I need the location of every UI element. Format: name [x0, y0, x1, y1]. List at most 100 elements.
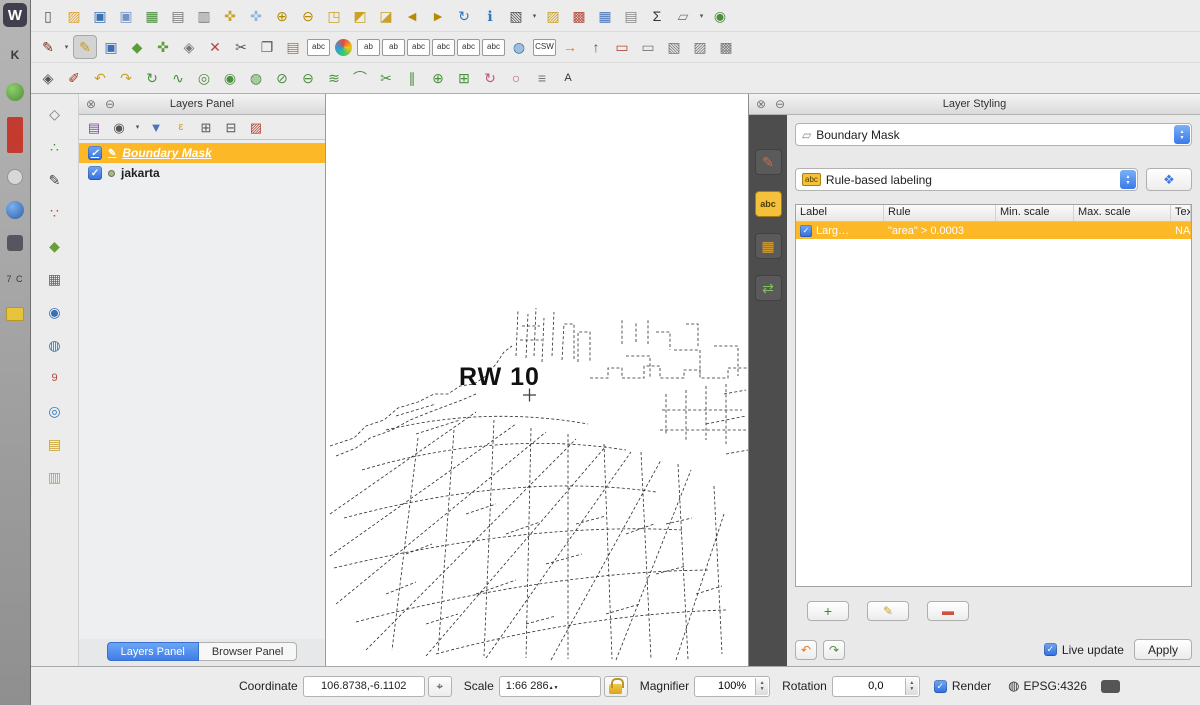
move-label-diagram-icon[interactable]: ▭	[610, 35, 634, 59]
close-styling-icon[interactable]: ⊗	[754, 97, 768, 111]
diagrams-tab-icon[interactable]: ▦	[755, 233, 782, 259]
manage-map-themes-icon[interactable]: ◉	[108, 117, 130, 137]
new-print-composer-icon[interactable]: ▤	[166, 4, 190, 28]
save-project-as-icon[interactable]: ▣	[114, 4, 138, 28]
rotate-label-diagram-icon[interactable]: ▭	[636, 35, 660, 59]
render-checkbox[interactable]	[934, 680, 947, 693]
zoom-next-icon[interactable]: ►	[426, 4, 450, 28]
labeling-mode-stepper[interactable]	[1120, 170, 1136, 189]
column-header-max-scale[interactable]: Max. scale	[1074, 205, 1171, 221]
offset-curve-icon[interactable]: ≋	[322, 66, 346, 90]
coordinate-input[interactable]	[303, 676, 425, 697]
map-tips-icon[interactable]: ◉	[708, 4, 732, 28]
pan-to-selection-icon[interactable]: ✜	[244, 4, 268, 28]
field-calculator-icon[interactable]: ▤	[619, 4, 643, 28]
redo-icon[interactable]: ↷	[114, 66, 138, 90]
vector-digitize-icon[interactable]: ◇	[43, 102, 67, 126]
layer-visibility-checkbox[interactable]	[88, 146, 102, 160]
remove-rule-button[interactable]: ▬	[927, 601, 969, 621]
auto-placement-settings-button[interactable]: ❖	[1146, 168, 1192, 191]
add-virtual-layer-icon[interactable]: 9	[43, 366, 67, 390]
open-styling-dock-icon[interactable]: ▤	[83, 117, 105, 137]
filter-by-expression-icon[interactable]: ε	[170, 117, 192, 137]
layer-item-jakarta[interactable]: jakarta	[79, 163, 325, 183]
save-layer-edits-icon[interactable]: ▣	[99, 35, 123, 59]
magnifier-stepper[interactable]	[755, 678, 768, 695]
highlight-pinned-labels-icon[interactable]: ab	[382, 39, 405, 56]
column-header-rule[interactable]: Rule	[884, 205, 996, 221]
pan-map-icon[interactable]: ✜	[218, 4, 242, 28]
layer-labeling-options-icon[interactable]: abc	[307, 39, 330, 56]
split-features-icon[interactable]: ✂	[374, 66, 398, 90]
identify-features-icon[interactable]: ℹ	[478, 4, 502, 28]
merge-attributes-icon[interactable]: ⊞	[452, 66, 476, 90]
show-hide-labels-icon[interactable]: abc	[407, 39, 430, 56]
symbology-tab-icon[interactable]: ✎	[755, 149, 782, 175]
unknown-yellow-icon[interactable]	[6, 307, 24, 321]
save-project-icon[interactable]: ▣	[88, 4, 112, 28]
zoom-to-selection-icon[interactable]: ◩	[348, 4, 372, 28]
add-ring-icon[interactable]: ◎	[192, 66, 216, 90]
move-feature-icon[interactable]: ✜	[151, 35, 175, 59]
styling-undo-button[interactable]: ↶	[795, 640, 817, 660]
move-label-a-icon[interactable]: A	[556, 66, 580, 90]
csw-button-icon[interactable]: CSW	[533, 39, 556, 56]
map-canvas[interactable]: RW 10	[326, 94, 749, 666]
close-panel-icon[interactable]: ⊗	[84, 97, 98, 111]
delete-ring-icon[interactable]: ⊘	[270, 66, 294, 90]
magnifier-spinbox[interactable]	[694, 676, 770, 697]
heatmap-points-icon[interactable]: ∵	[43, 201, 67, 225]
tab-layers-panel[interactable]: Layers Panel	[107, 642, 199, 661]
select-features-icon-dropdown[interactable]: ▾	[530, 12, 539, 20]
manage-map-themes-icon-dropdown[interactable]: ▾	[133, 123, 142, 131]
reshape-features-icon[interactable]: ⌒	[348, 66, 372, 90]
crs-button[interactable]: ◍ EPSG:4326	[1008, 678, 1087, 694]
column-header-min-scale[interactable]: Min. scale	[996, 205, 1074, 221]
select-features-icon[interactable]: ▧	[504, 4, 528, 28]
unknown-red-icon[interactable]	[7, 117, 23, 153]
undo-icon[interactable]: ↶	[88, 66, 112, 90]
layer-diagram-options-icon[interactable]	[335, 39, 352, 56]
scale-combo[interactable]: 1:66 286	[499, 676, 601, 697]
open-attribute-table-icon[interactable]: ▦	[593, 4, 617, 28]
column-header-label[interactable]: Label	[796, 205, 884, 221]
expand-all-icon[interactable]: ⊞	[195, 117, 217, 137]
word-window-icon[interactable]: W	[3, 3, 27, 27]
add-rule-button[interactable]: +	[807, 601, 849, 621]
add-postgis-layer-icon[interactable]: ◉	[43, 300, 67, 324]
layer-item-boundary-mask[interactable]: ✎Boundary Mask	[79, 143, 325, 163]
offset-point-icon[interactable]: ↑	[584, 35, 608, 59]
zoom-last-icon[interactable]: ◄	[400, 4, 424, 28]
current-edits-icon-dropdown[interactable]: ▾	[62, 43, 71, 51]
zoom-in-icon[interactable]: ⊕	[270, 4, 294, 28]
align-distribute-icon[interactable]: ≡	[530, 66, 554, 90]
layer-selector-stepper[interactable]	[1174, 125, 1190, 144]
rotation-spinbox[interactable]	[832, 676, 920, 697]
filter-legend-icon[interactable]: ▼	[145, 117, 167, 137]
measure-icon-dropdown[interactable]: ▾	[697, 12, 706, 20]
unknown-letter-icon[interactable]: K	[3, 43, 27, 67]
live-update-checkbox[interactable]	[1044, 643, 1057, 656]
diagram-tool-3-icon[interactable]: ▩	[714, 35, 738, 59]
detach-styling-icon[interactable]: ⊖	[773, 97, 787, 111]
move-label-icon[interactable]: abc	[432, 39, 455, 56]
history-tab-icon[interactable]: ⇄	[755, 275, 782, 301]
paste-features-icon[interactable]: ▤	[281, 35, 305, 59]
merge-features-icon[interactable]: ⊕	[426, 66, 450, 90]
messages-icon[interactable]	[1101, 680, 1120, 693]
zoom-full-icon[interactable]: ◳	[322, 4, 346, 28]
connector-icon[interactable]: →	[558, 35, 582, 59]
detach-panel-icon[interactable]: ⊖	[103, 97, 117, 111]
change-label-icon[interactable]: abc	[482, 39, 505, 56]
copy-features-icon[interactable]: ❐	[255, 35, 279, 59]
unknown-dark-icon[interactable]	[7, 235, 23, 251]
rotation-stepper[interactable]	[905, 678, 918, 695]
new-map-view-icon[interactable]: ▦	[140, 4, 164, 28]
partial-desktop-text[interactable]: 7 C	[3, 267, 27, 291]
rule-row[interactable]: Larg…"area" > 0.0003NAM	[796, 222, 1191, 239]
add-wfs-layer-icon[interactable]: ◎	[43, 399, 67, 423]
delete-selected-icon[interactable]: ✕	[203, 35, 227, 59]
layer-selector-combo[interactable]: ▱ Boundary Mask	[795, 123, 1192, 146]
new-project-icon[interactable]: ▯	[36, 4, 60, 28]
unknown-person-icon[interactable]	[7, 169, 23, 185]
